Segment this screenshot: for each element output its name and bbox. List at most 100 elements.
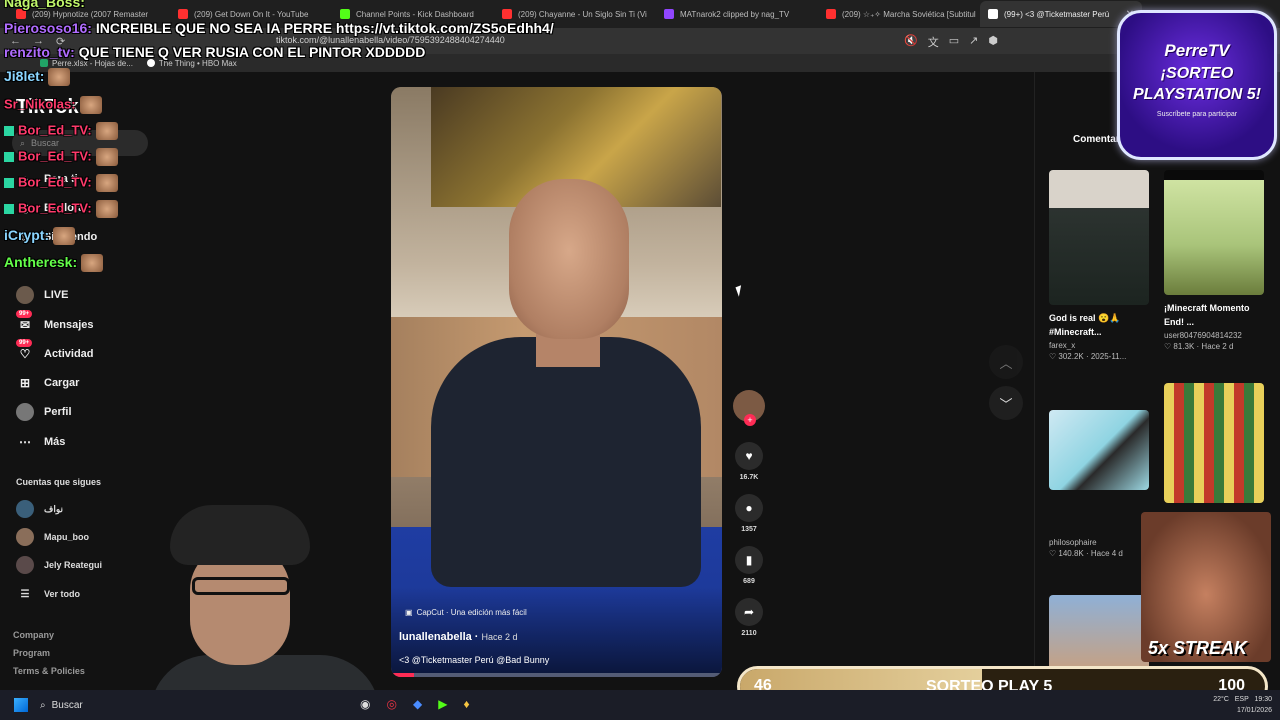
- footer-program-link[interactable]: Program: [13, 648, 50, 658]
- app-icon[interactable]: ◆: [413, 697, 422, 711]
- emote-icon: [53, 227, 76, 246]
- sidebar-item-cargar[interactable]: ⊞ Cargar: [16, 374, 80, 392]
- emote-icon: [95, 200, 118, 218]
- chat-message: renzito_tv: QUE TIENE Q VER RUSIA CON EL…: [4, 44, 426, 60]
- sidebar-item-actividad[interactable]: ♡ 99+ Actividad: [16, 339, 94, 363]
- list-icon: ☰: [20, 588, 30, 600]
- extension-icon[interactable]: ⬢: [988, 34, 998, 50]
- browser-tab-active[interactable]: (99+) <3 @Ticketmaster Perú✕: [980, 1, 1142, 27]
- share-icon[interactable]: ↗: [969, 34, 978, 50]
- emote-icon: [95, 122, 118, 140]
- message-icon: ✉ 99+: [16, 310, 34, 334]
- screen: (209) Hypnotize (2007 Remaster (209) Get…: [0, 0, 1280, 720]
- profile-icon: [16, 403, 34, 421]
- cast-icon[interactable]: ▭: [949, 34, 959, 50]
- taskbar-search[interactable]: ⌕ Buscar: [40, 700, 83, 711]
- activity-icon: ♡ 99+: [16, 339, 34, 363]
- emote-icon: [48, 68, 71, 87]
- related-video-card[interactable]: [1164, 383, 1264, 503]
- sidebar-item-live[interactable]: LIVE: [16, 286, 68, 304]
- youtube-icon: [502, 9, 512, 19]
- see-all-link[interactable]: ☰ Ver todo: [16, 585, 81, 603]
- twitch-icon: [664, 9, 674, 19]
- badge-icon: [4, 126, 14, 136]
- taskbar: ⌕ Buscar ◉ ◎ ◆ ▶ ♦ 22°C ESP 19:30 17/01/2…: [0, 690, 1280, 720]
- video-player[interactable]: ▣ CapCut · Una edición más fácil lunallen…: [391, 87, 722, 677]
- chat-message: Bor_Ed_TV:: [4, 174, 118, 192]
- share-button[interactable]: ➦ 2110: [732, 598, 766, 637]
- streak-label: 5x STREAK: [1148, 638, 1248, 658]
- mute-icon[interactable]: 🔇: [904, 34, 918, 50]
- avatar: +: [733, 390, 765, 426]
- chat-message: iCrypt:: [4, 227, 76, 246]
- avatar: [16, 500, 34, 518]
- capcut-tag[interactable]: ▣ CapCut · Una edición más fácil: [405, 608, 527, 617]
- related-video-card[interactable]: God is real 😮🙏 #Minecraft... farex_x ♡ 3…: [1049, 170, 1149, 361]
- giveaway-badge: PerreTV ¡SORTEO PLAYSTATION 5! Suscríbet…: [1117, 10, 1277, 160]
- youtube-icon: [826, 9, 836, 19]
- emote-icon: [79, 96, 102, 114]
- emote-icon: [81, 254, 104, 273]
- video-progress-fill: [391, 673, 415, 677]
- thumbnail: [1049, 595, 1149, 675]
- creator-avatar[interactable]: +: [732, 390, 766, 426]
- chat-message: Bor_Ed_TV:: [4, 148, 118, 166]
- shirt: [431, 337, 701, 587]
- video-caption: <3 @Ticketmaster Perú @Bad Bunny: [399, 655, 550, 665]
- chevron-up-icon: ︿: [999, 355, 1013, 371]
- badge-icon: [4, 152, 14, 162]
- following-item[interactable]: Mapu_boo: [16, 528, 89, 546]
- save-button[interactable]: ▮ 689: [732, 546, 766, 585]
- heart-icon: ♥: [735, 442, 763, 470]
- comment-icon: ●: [735, 494, 763, 522]
- emote-icon: [95, 174, 118, 192]
- video-progress[interactable]: [391, 673, 722, 677]
- browser-tab[interactable]: (209) ☆₊✧ Marcha Soviética [Subtitul: [818, 1, 980, 27]
- app-icon[interactable]: ♦: [463, 697, 469, 711]
- chat-message: Sr_Nikolas:: [4, 96, 102, 114]
- translate-icon[interactable]: 文: [928, 34, 939, 50]
- badge-icon: [4, 204, 14, 214]
- avatar: [16, 556, 34, 574]
- more-icon: ⋯: [19, 435, 31, 449]
- like-button[interactable]: ♥ 16.7K: [732, 442, 766, 481]
- chat-message: Ji8let:: [4, 68, 71, 87]
- sidebar-item-mas[interactable]: ⋯ Más: [16, 433, 65, 451]
- browser-toolbar: 🔇 文 ▭ ↗ ⬢: [904, 34, 998, 50]
- streamer-webcam: [150, 505, 380, 720]
- unread-badge: 99+: [16, 310, 33, 318]
- live-icon: [16, 286, 34, 304]
- windows-start-icon[interactable]: [14, 698, 28, 712]
- obs-icon[interactable]: ◉: [360, 697, 370, 711]
- related-video-card[interactable]: philosophaire ♡ 140.8K · Hace 4 d: [1049, 410, 1149, 558]
- chat-message: Naga_Boss:: [4, 0, 85, 10]
- related-video-card[interactable]: [1049, 595, 1149, 675]
- thumbnail: [1049, 170, 1149, 305]
- thumbnail: [1164, 170, 1264, 295]
- following-item[interactable]: نواف: [16, 500, 63, 518]
- following-item[interactable]: Jely Reategui: [16, 556, 102, 574]
- search-icon: ⌕: [40, 699, 46, 711]
- browser-tab[interactable]: MATnarok2 clipped by nag_TV: [656, 1, 818, 27]
- next-video-button[interactable]: ﹀: [989, 386, 1023, 420]
- sidebar-item-perfil[interactable]: Perfil: [16, 403, 72, 421]
- chat-message: Bor_Ed_TV:: [4, 200, 118, 218]
- thumbnail: [1164, 383, 1264, 503]
- follow-plus-icon[interactable]: +: [744, 414, 756, 426]
- chat-message: Pierososo16: INCREIBLE QUE NO SEA IA PER…: [4, 20, 554, 36]
- prev-video-button[interactable]: ︿: [989, 345, 1023, 379]
- footer-company-link[interactable]: Company: [13, 630, 54, 640]
- badge-icon: [4, 178, 14, 188]
- chrome-icon[interactable]: ◎: [386, 697, 396, 711]
- system-tray[interactable]: 22°C ESP 19:30 17/01/2026: [1213, 694, 1272, 716]
- unread-badge: 99+: [16, 339, 33, 347]
- bookmark-icon: ▮: [735, 546, 763, 574]
- kick-icon[interactable]: ▶: [438, 697, 447, 711]
- sidebar-item-mensajes[interactable]: ✉ 99+ Mensajes: [16, 310, 94, 334]
- footer-terms-link[interactable]: Terms & Policies: [13, 666, 85, 676]
- related-video-card[interactable]: ¡Minecraft Momento End! ... user80476904…: [1164, 170, 1264, 351]
- capcut-icon: ▣: [405, 608, 413, 617]
- emote-icon: [95, 148, 118, 166]
- comment-button[interactable]: ● 1357: [732, 494, 766, 533]
- video-author[interactable]: lunallenabella · Hace 2 d: [399, 631, 518, 643]
